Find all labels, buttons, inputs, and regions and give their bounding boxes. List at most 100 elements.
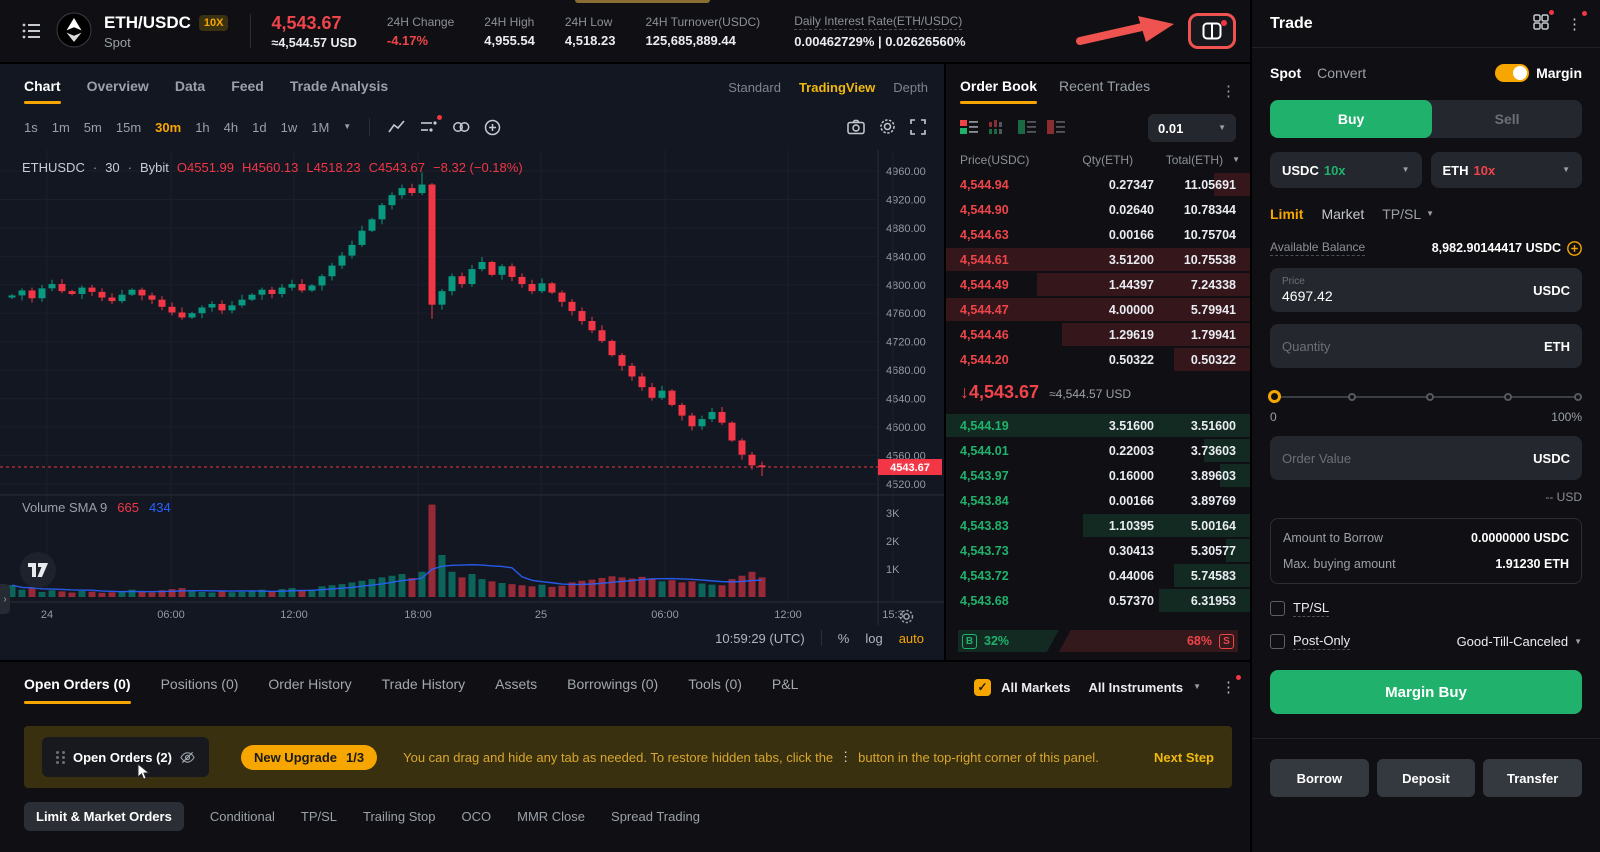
slider-stop-75[interactable] bbox=[1504, 393, 1512, 401]
chart-tab-data[interactable]: Data bbox=[175, 78, 205, 94]
orders-tab-positions-0[interactable]: Positions (0) bbox=[161, 676, 239, 704]
orderbook-ask-row[interactable]: 4,544.900.0264010.78344 bbox=[946, 197, 1250, 222]
borrow-button[interactable]: Borrow bbox=[1270, 759, 1369, 797]
layout-grid-icon[interactable] bbox=[1533, 14, 1549, 33]
timeframe-1d[interactable]: 1d bbox=[252, 120, 266, 135]
orderbook-bid-row[interactable]: 4,544.010.220033.73603 bbox=[946, 438, 1250, 463]
post-only-label[interactable]: Post-Only bbox=[1293, 633, 1350, 650]
orders-menu-icon[interactable]: ⋮ bbox=[1221, 678, 1236, 696]
timeframe-4h[interactable]: 4h bbox=[224, 120, 238, 135]
orderbook-ask-row[interactable]: 4,544.491.443977.24338 bbox=[946, 272, 1250, 297]
all-markets-label[interactable]: All Markets bbox=[1001, 680, 1070, 695]
candlestick-chart[interactable]: 4960.004920.004880.004840.004800.004760.… bbox=[0, 150, 944, 625]
draggable-tab-chip[interactable]: Open Orders (2) bbox=[42, 737, 209, 777]
orderbook-menu-icon[interactable]: ⋮ bbox=[1221, 82, 1236, 100]
tradingview-logo[interactable] bbox=[20, 552, 56, 588]
orderbook-ask-row[interactable]: 4,544.200.503220.50322 bbox=[946, 347, 1250, 372]
orderbook-ask-row[interactable]: 4,544.630.0016610.75704 bbox=[946, 222, 1250, 247]
tpsl-checkbox-label[interactable]: TP/SL bbox=[1293, 600, 1329, 617]
trade-menu-icon[interactable]: ⋮ bbox=[1567, 15, 1582, 33]
timeframe-5m[interactable]: 5m bbox=[84, 120, 102, 135]
orderbook-bid-row[interactable]: 4,543.831.103955.00164 bbox=[946, 513, 1250, 538]
timeframe-1s[interactable]: 1s bbox=[24, 120, 38, 135]
legend-interval[interactable]: 30 bbox=[105, 160, 119, 175]
order-subtab-oco[interactable]: OCO bbox=[462, 809, 492, 824]
next-step-button[interactable]: Next Step bbox=[1154, 750, 1214, 765]
settings-icon[interactable] bbox=[879, 118, 896, 135]
col-total[interactable]: Total(ETH) bbox=[1133, 153, 1229, 167]
timeframe-1w[interactable]: 1w bbox=[281, 120, 298, 135]
tab-convert[interactable]: Convert bbox=[1317, 65, 1366, 81]
auto-scale-button[interactable]: auto bbox=[899, 631, 924, 646]
order-value-input[interactable]: Order Value USDC bbox=[1270, 436, 1582, 480]
orderbook-bid-row[interactable]: 4,543.840.001663.89769 bbox=[946, 488, 1250, 513]
pair-block[interactable]: ETH/USDC10X Spot bbox=[104, 13, 228, 50]
orders-tab-tools-0[interactable]: Tools (0) bbox=[688, 676, 742, 704]
percent-scale-button[interactable]: % bbox=[838, 631, 850, 646]
orderbook-ask-row[interactable]: 4,544.461.296191.79941 bbox=[946, 322, 1250, 347]
orderbook-bid-row[interactable]: 4,543.970.160003.89603 bbox=[946, 463, 1250, 488]
orders-tab-borrowings-0[interactable]: Borrowings (0) bbox=[567, 676, 658, 704]
depth-mode-sell-icon[interactable] bbox=[1047, 120, 1065, 137]
orders-tab-assets[interactable]: Assets bbox=[495, 676, 537, 704]
sell-button[interactable]: Sell bbox=[1432, 100, 1582, 138]
chart-tab-overview[interactable]: Overview bbox=[87, 78, 149, 94]
stat-label[interactable]: Daily Interest Rate(ETH/USDC) bbox=[794, 14, 962, 30]
tab-order-book[interactable]: Order Book bbox=[960, 78, 1037, 104]
slider-handle[interactable] bbox=[1268, 390, 1281, 403]
axis-settings-icon[interactable] bbox=[898, 608, 915, 628]
order-type-limit[interactable]: Limit bbox=[1270, 206, 1303, 222]
instrument-list-icon[interactable] bbox=[22, 22, 42, 40]
orders-tab-p-l[interactable]: P&L bbox=[772, 676, 798, 704]
orderbook-bid-row[interactable]: 4,543.730.304135.30577 bbox=[946, 538, 1250, 563]
eye-off-icon[interactable] bbox=[180, 750, 195, 765]
slider-stop-25[interactable] bbox=[1348, 393, 1356, 401]
log-scale-button[interactable]: log bbox=[865, 631, 882, 646]
timeframe-15m[interactable]: 15m bbox=[116, 120, 141, 135]
order-type-market[interactable]: Market bbox=[1321, 206, 1364, 222]
order-subtab-tp-sl[interactable]: TP/SL bbox=[301, 809, 337, 824]
volume-legend-title[interactable]: Volume SMA 9 bbox=[22, 500, 107, 515]
timeframe-1m[interactable]: 1m bbox=[52, 120, 70, 135]
order-subtab-trailing-stop[interactable]: Trailing Stop bbox=[363, 809, 436, 824]
slider-stop-50[interactable] bbox=[1426, 393, 1434, 401]
timeframe-1h[interactable]: 1h bbox=[195, 120, 209, 135]
timeframe-30m[interactable]: 30m bbox=[155, 120, 181, 135]
timeframe-1m[interactable]: 1M bbox=[311, 120, 329, 135]
amount-slider[interactable] bbox=[1270, 390, 1582, 404]
orders-tab-order-history[interactable]: Order History bbox=[268, 676, 351, 704]
orderbook-panel-toggle-button[interactable] bbox=[1188, 13, 1236, 49]
order-subtab-limit-market-orders[interactable]: Limit & Market Orders bbox=[24, 802, 184, 831]
order-subtab-mmr-close[interactable]: MMR Close bbox=[517, 809, 585, 824]
price-input[interactable]: Price 4697.42 USDC bbox=[1270, 268, 1582, 312]
order-subtab-conditional[interactable]: Conditional bbox=[210, 809, 275, 824]
orders-tab-trade-history[interactable]: Trade History bbox=[382, 676, 466, 704]
orderbook-bid-row[interactable]: 4,544.193.516003.51600 bbox=[946, 413, 1250, 438]
chevron-down-icon[interactable]: ▼ bbox=[1232, 156, 1240, 164]
depth-mode-both-icon[interactable] bbox=[960, 120, 978, 137]
tab-spot[interactable]: Spot bbox=[1270, 65, 1301, 81]
precision-dropdown[interactable]: 0.01 ▼ bbox=[1148, 114, 1236, 142]
leverage-badge[interactable]: 10X bbox=[199, 15, 229, 31]
orderbook-ask-row[interactable]: 4,544.613.5120010.75538 bbox=[946, 247, 1250, 272]
margin-toggle[interactable] bbox=[1495, 64, 1529, 82]
time-in-force-dropdown[interactable]: Good-Till-Canceled▼ bbox=[1457, 634, 1582, 649]
buy-button[interactable]: Buy bbox=[1270, 100, 1432, 138]
orderbook-bid-row[interactable]: 4,543.680.573706.31953 bbox=[946, 588, 1250, 613]
chart-tab-trade-analysis[interactable]: Trade Analysis bbox=[290, 78, 388, 94]
all-markets-checkbox[interactable]: ✓ bbox=[974, 679, 991, 696]
available-balance-label[interactable]: Available Balance bbox=[1270, 240, 1365, 256]
usdc-leverage-dropdown[interactable]: USDC 10x ▼ bbox=[1270, 152, 1422, 188]
deposit-plus-icon[interactable] bbox=[1567, 241, 1582, 256]
indicators-icon[interactable] bbox=[420, 119, 438, 135]
chevron-down-icon[interactable]: ▼ bbox=[1193, 683, 1201, 691]
depth-mode-chart-icon[interactable] bbox=[989, 120, 1007, 137]
last-price-row[interactable]: ↓4,543.67 ≈4,544.57 USD bbox=[946, 372, 1250, 413]
depth-mode-buy-icon[interactable] bbox=[1018, 120, 1036, 137]
chart-tab-chart[interactable]: Chart bbox=[24, 78, 61, 94]
transfer-button[interactable]: Transfer bbox=[1483, 759, 1582, 797]
fullscreen-icon[interactable] bbox=[910, 118, 926, 135]
drawing-toolbar-handle[interactable]: › bbox=[0, 584, 10, 614]
add-alert-icon[interactable] bbox=[484, 119, 501, 136]
orders-tab-open-orders-0[interactable]: Open Orders (0) bbox=[24, 676, 131, 704]
